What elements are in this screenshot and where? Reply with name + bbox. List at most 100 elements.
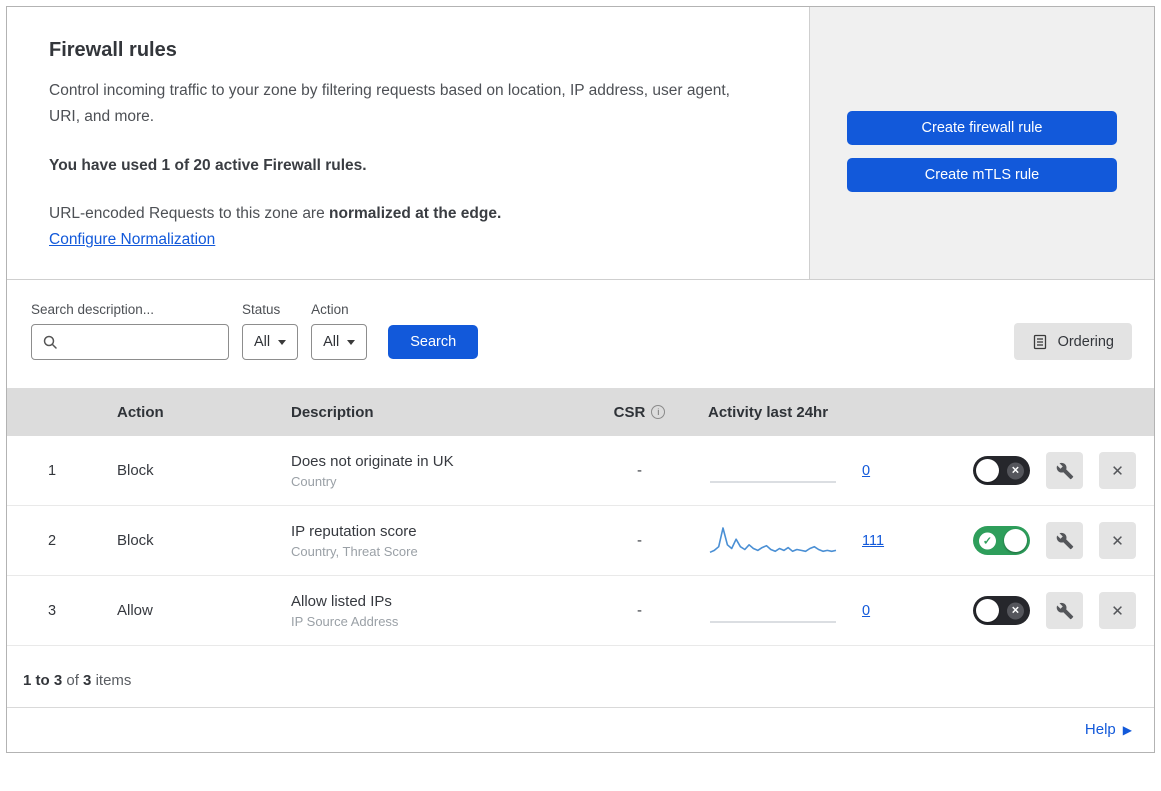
activity-count-link[interactable]: 111 [862, 533, 884, 549]
pagination-summary: 1 to 3 of 3 items [7, 646, 1154, 707]
column-csr-label: CSR [613, 403, 646, 421]
rule-activity-cell: 0 [692, 592, 972, 630]
column-description: Description [291, 403, 374, 421]
activity-count-link[interactable]: 0 [862, 603, 870, 619]
rule-controls: ✓ ✕ ✕ [972, 522, 1154, 560]
status-label: Status [242, 302, 281, 318]
toggle-knob [976, 599, 999, 623]
rule-fields: IP Source Address [291, 613, 399, 629]
rule-controls: ✓ ✕ ✕ [972, 452, 1154, 490]
create-firewall-rule-button[interactable]: Create firewall rule [847, 111, 1117, 145]
edit-rule-button[interactable] [1046, 522, 1083, 560]
filter-bar: Search description... Status All Action … [7, 280, 1154, 388]
rule-number: 3 [47, 602, 57, 619]
summary-items: items [95, 672, 132, 690]
rule-description: Allow listed IPs [291, 592, 392, 610]
search-input[interactable] [66, 333, 220, 352]
configure-normalization-link[interactable]: Configure Normalization [49, 231, 215, 248]
rule-action: Block [117, 462, 154, 480]
table-row: 1 Block Does not originate in UK Country… [7, 436, 1154, 507]
close-icon: ✕ [1111, 602, 1124, 620]
wrench-icon [1056, 602, 1074, 620]
header-text-area: Firewall rules Control incoming traffic … [7, 7, 810, 280]
edit-rule-button[interactable] [1046, 592, 1083, 630]
rule-activity-cell: 111 [692, 522, 972, 560]
normalization-note: URL-encoded Requests to this zone are no… [49, 205, 767, 223]
rule-description: Does not originate in UK [291, 452, 454, 470]
summary-total: 3 [83, 672, 92, 690]
table-header: Action Description CSR i Activity last 2… [7, 388, 1154, 437]
status-dropdown[interactable]: All [242, 324, 299, 361]
rule-csr: - [637, 602, 642, 620]
delete-rule-button[interactable]: ✕ [1099, 592, 1136, 630]
enable-toggle[interactable]: ✓ ✕ [973, 526, 1030, 556]
edit-rule-button[interactable] [1046, 452, 1083, 490]
table-row: 3 Allow Allow listed IPs IP Source Addre… [7, 576, 1154, 647]
rule-fields: Country, Threat Score [291, 543, 418, 559]
page-title: Firewall rules [49, 39, 177, 61]
status-filter-group: Status All [242, 302, 299, 361]
chevron-down-icon [347, 339, 356, 345]
check-icon: ✓ [979, 532, 996, 550]
delete-rule-button[interactable]: ✕ [1099, 522, 1136, 560]
summary-of: of [66, 672, 79, 690]
usage-summary: You have used 1 of 20 active Firewall ru… [49, 157, 367, 175]
rule-csr: - [637, 462, 642, 480]
arrow-right-icon: ▶ [1122, 722, 1132, 737]
search-box [31, 324, 229, 361]
x-icon: ✕ [1007, 602, 1024, 620]
ordering-icon [1032, 334, 1048, 350]
rule-description-cell: IP reputation score Country, Threat Scor… [267, 523, 587, 559]
page-description: Control incoming traffic to your zone by… [49, 82, 730, 125]
header-actions-panel: Create firewall rule Create mTLS rule [810, 7, 1154, 280]
wrench-icon [1056, 462, 1074, 480]
rule-action: Allow [117, 602, 153, 620]
column-csr: CSR i [587, 404, 692, 421]
rule-action: Block [117, 532, 154, 550]
column-activity: Activity last 24hr [692, 404, 972, 421]
search-group: Search description... [31, 302, 229, 361]
firewall-rules-page: Firewall rules Control incoming traffic … [6, 6, 1155, 754]
search-icon [42, 334, 58, 350]
rule-activity-cell: 0 [692, 452, 972, 490]
ordering-button[interactable]: Ordering [1013, 323, 1132, 361]
activity-count-link[interactable]: 0 [862, 463, 870, 479]
toggle-knob [1004, 529, 1027, 553]
column-action: Action [117, 403, 164, 421]
create-mtls-rule-button[interactable]: Create mTLS rule [847, 158, 1117, 192]
rule-description-cell: Allow listed IPs IP Source Address [267, 593, 587, 629]
action-label: Action [311, 302, 349, 318]
close-icon: ✕ [1111, 532, 1124, 550]
action-dropdown[interactable]: All [311, 324, 368, 361]
column-activity-label: Activity last 24hr [708, 403, 829, 421]
rule-number: 2 [47, 532, 57, 549]
activity-sparkline [708, 522, 838, 560]
action-filter-group: Action All [311, 302, 368, 361]
status-dropdown-value: All [254, 334, 271, 351]
rule-description: IP reputation score [291, 522, 417, 540]
x-icon: ✕ [1007, 462, 1024, 480]
help-link-label: Help [1084, 721, 1116, 739]
rule-description-cell: Does not originate in UK Country [267, 453, 587, 489]
rule-number: 1 [47, 462, 57, 479]
wrench-icon [1056, 532, 1074, 550]
rule-csr: - [637, 532, 642, 550]
normalization-bold: normalized at the edge. [329, 205, 502, 223]
rule-fields: Country [291, 473, 337, 489]
delete-rule-button[interactable]: ✕ [1099, 452, 1136, 490]
search-label: Search description... [31, 302, 155, 318]
normalization-prefix: URL-encoded Requests to this zone are [49, 205, 330, 223]
toggle-knob [976, 459, 999, 483]
summary-range: 1 to 3 [23, 672, 63, 690]
page-header-section: Firewall rules Control incoming traffic … [7, 7, 1154, 281]
enable-toggle[interactable]: ✓ ✕ [973, 456, 1030, 486]
enable-toggle[interactable]: ✓ ✕ [973, 596, 1030, 626]
chevron-down-icon [278, 339, 287, 345]
info-icon[interactable]: i [651, 405, 666, 420]
help-bar: Help ▶ [7, 707, 1154, 752]
rule-controls: ✓ ✕ ✕ [972, 592, 1154, 630]
action-dropdown-value: All [323, 334, 340, 351]
table-row: 2 Block IP reputation score Country, Thr… [7, 506, 1154, 577]
search-button[interactable]: Search [388, 325, 479, 360]
help-link[interactable]: Help ▶ [1085, 721, 1132, 738]
